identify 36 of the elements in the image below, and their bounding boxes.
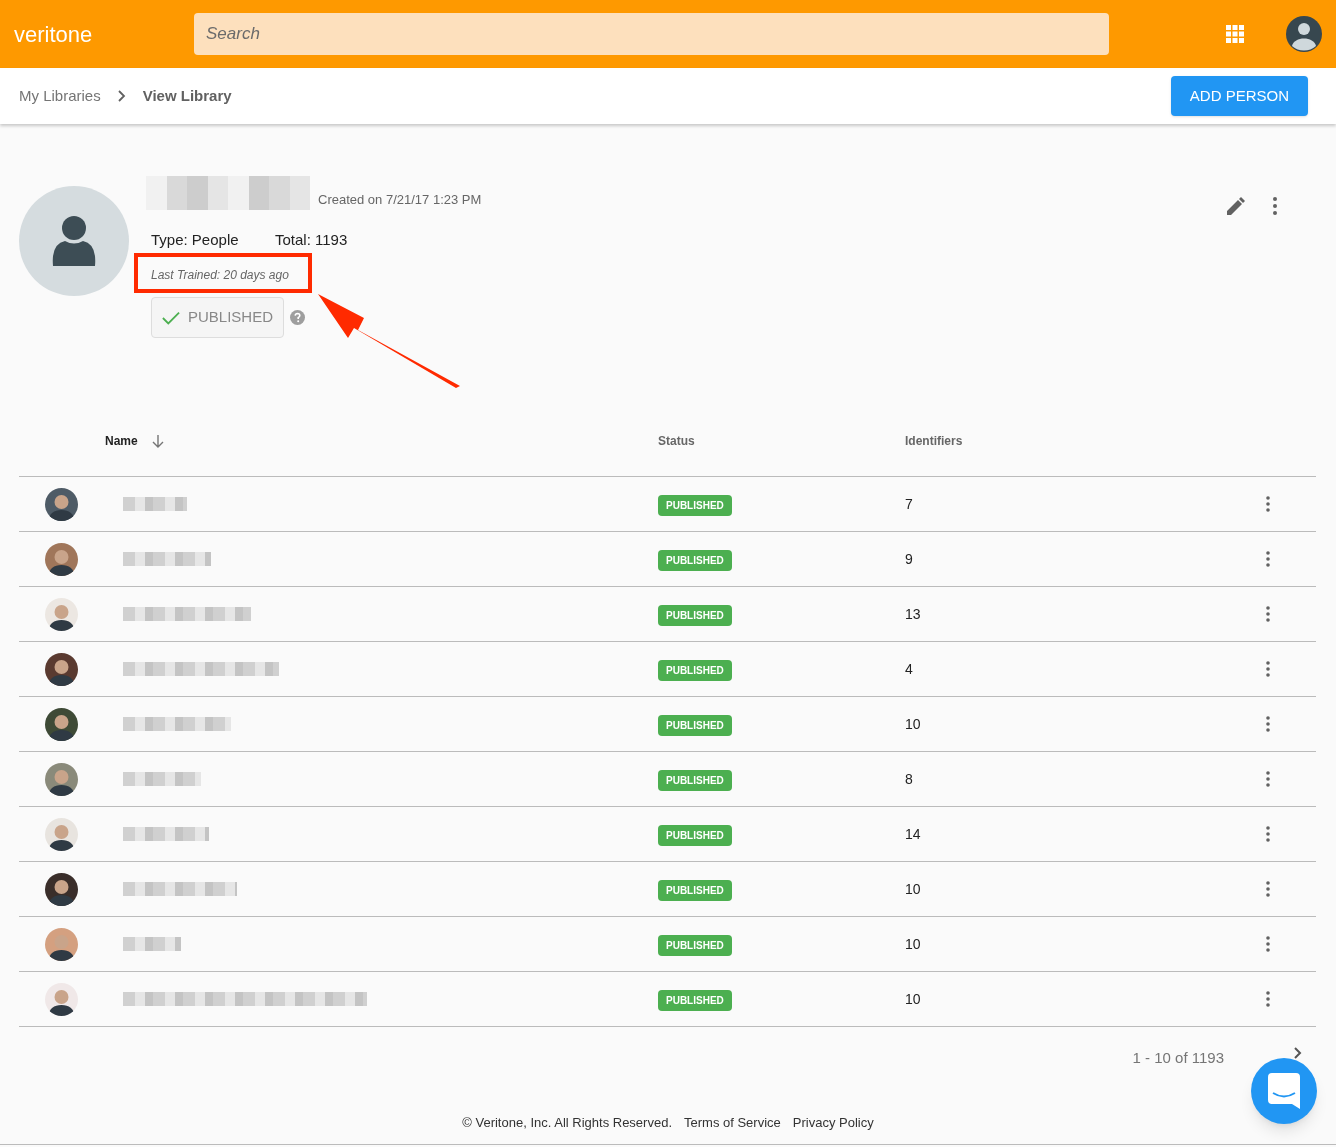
status-badge: PUBLISHED	[658, 660, 732, 681]
last-trained: Last Trained: 20 days ago	[151, 267, 289, 284]
column-header: Status	[658, 433, 696, 450]
identifier-count: 14	[905, 824, 922, 844]
identifier-count: 13	[905, 604, 922, 624]
footer-link[interactable]: Privacy Policy	[792, 1113, 874, 1133]
status-badge: PUBLISHED	[658, 770, 732, 791]
identifier-count: 10	[905, 879, 922, 899]
identifier-count: 10	[905, 934, 922, 954]
identifier-count: 10	[905, 989, 922, 1009]
status-badge: PUBLISHED	[658, 825, 732, 846]
add-person-button[interactable]: ADD PERSON	[1170, 76, 1308, 116]
breadcrumb-current: View Library	[142, 85, 232, 106]
status-badge: PUBLISHED	[658, 550, 732, 571]
breadcrumb-link[interactable]: My Libraries	[19, 84, 101, 108]
status-badge: PUBLISHED	[658, 715, 732, 736]
identifier-count: 10	[905, 714, 922, 734]
copyright-text: © Veritone, Inc. All Rights Reserved.	[462, 1114, 672, 1132]
status-badge: PUBLISHED	[658, 605, 732, 626]
status-badge: PUBLISHED	[658, 990, 732, 1011]
footer-link[interactable]: Terms of Service	[684, 1113, 781, 1133]
identifier-count: 9	[905, 549, 914, 569]
status-badge: PUBLISHED	[658, 935, 732, 956]
column-header[interactable]: Name	[105, 432, 138, 450]
status-badge: PUBLISHED	[658, 495, 732, 516]
published-button[interactable]: PUBLISHED	[151, 297, 284, 338]
library-total: Total: 1193	[275, 230, 348, 250]
identifier-count: 4	[905, 659, 914, 679]
identifier-count: 7	[905, 494, 914, 514]
created-date: Created on 7/21/17 1:23 PM	[318, 191, 482, 209]
identifier-count: 8	[905, 769, 914, 789]
library-type: Type: People	[151, 230, 239, 250]
pagination-label: 1 - 10 of 1193	[1132, 1048, 1224, 1068]
search-field[interactable]: Search	[194, 13, 1109, 55]
column-header: Identifiers	[905, 433, 963, 450]
status-badge: PUBLISHED	[658, 880, 732, 901]
